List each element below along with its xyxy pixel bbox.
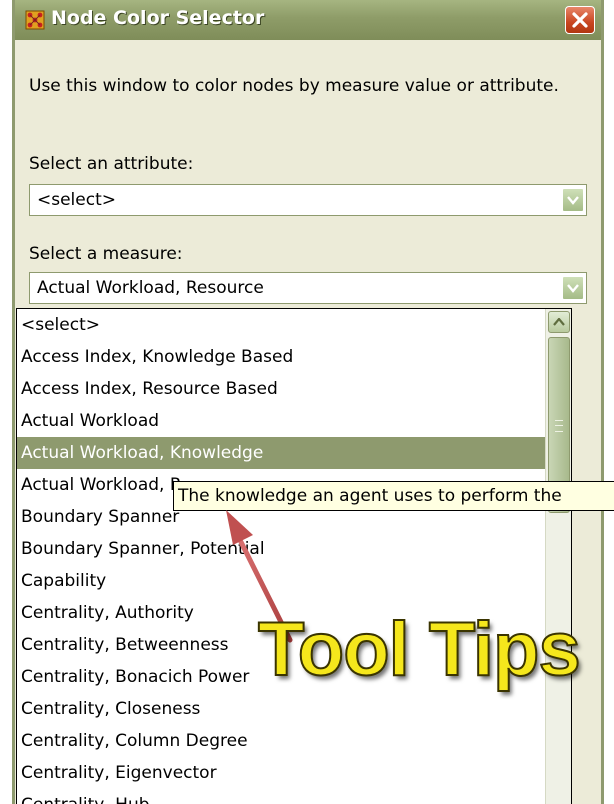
chevron-down-icon bbox=[567, 284, 579, 293]
close-button[interactable] bbox=[565, 6, 595, 34]
attribute-dropdown-button[interactable] bbox=[562, 188, 584, 212]
chevron-down-icon bbox=[567, 196, 579, 205]
list-item[interactable]: Access Index, Resource Based bbox=[17, 373, 545, 405]
grip-icon bbox=[555, 420, 563, 432]
list-item[interactable]: Capability bbox=[17, 565, 545, 597]
scroll-up-button[interactable] bbox=[548, 311, 570, 333]
window-title: Node Color Selector bbox=[51, 7, 265, 29]
close-icon bbox=[572, 12, 588, 28]
chevron-up-icon bbox=[553, 318, 565, 326]
measure-dropdown-button[interactable] bbox=[562, 276, 584, 300]
list-item[interactable]: Actual Workload bbox=[17, 405, 545, 437]
attribute-dropdown[interactable]: <select> bbox=[29, 184, 587, 216]
measure-dropdown[interactable]: Actual Workload, Resource bbox=[29, 272, 587, 304]
network-app-icon bbox=[25, 10, 45, 30]
list-item-selected[interactable]: Actual Workload, Knowledge bbox=[17, 437, 545, 469]
list-item[interactable]: Centrality, Eigenvector bbox=[17, 757, 545, 789]
measure-label: Select a measure: bbox=[29, 244, 183, 264]
measure-dropdown-value: Actual Workload, Resource bbox=[37, 278, 264, 298]
tool-tips-annotation: Tool Tips bbox=[257, 607, 582, 692]
measure-dropdown-list[interactable]: <select> Access Index, Knowledge Based A… bbox=[16, 308, 572, 804]
title-bar[interactable]: Node Color Selector bbox=[15, 0, 601, 40]
list-item[interactable]: Centrality, Column Degree bbox=[17, 725, 545, 757]
list-item[interactable]: Centrality, Closeness bbox=[17, 693, 545, 725]
attribute-label: Select an attribute: bbox=[29, 154, 194, 174]
list-item[interactable]: Access Index, Knowledge Based bbox=[17, 341, 545, 373]
list-item[interactable]: Boundary Spanner, Potential bbox=[17, 533, 545, 565]
list-scrollbar[interactable] bbox=[545, 309, 571, 804]
description-text: Use this window to color nodes by measur… bbox=[29, 76, 559, 96]
list-item[interactable]: Centrality, Hub bbox=[17, 789, 545, 804]
tooltip: The knowledge an agent uses to perform t… bbox=[173, 481, 614, 511]
attribute-dropdown-value: <select> bbox=[37, 190, 116, 210]
list-item[interactable]: <select> bbox=[17, 309, 545, 341]
